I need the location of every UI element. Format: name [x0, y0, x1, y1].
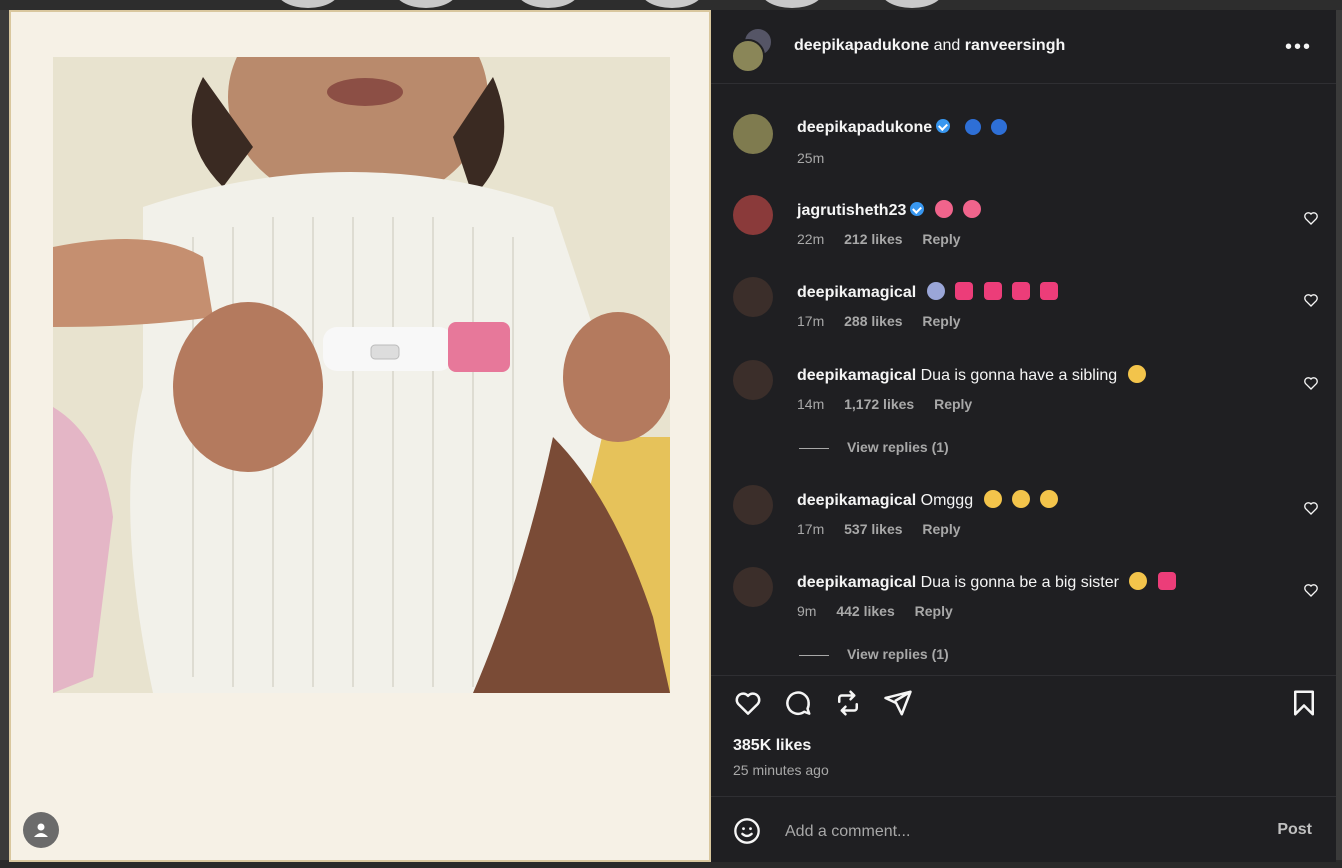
comment-meta: 17m 537 likes Reply: [797, 521, 977, 537]
avatar[interactable]: [733, 485, 773, 525]
pink-heart-emoji-icon: [1040, 282, 1059, 300]
username-link[interactable]: deepikapadukone: [797, 119, 932, 136]
post-media: [9, 10, 711, 862]
emoji-picker-icon[interactable]: [733, 817, 761, 845]
comment-time: 14m: [797, 396, 825, 412]
reply-button[interactable]: Reply: [922, 521, 960, 537]
comment-meta: 22m 212 likes Reply: [797, 231, 977, 247]
comment-likes[interactable]: 288 likes: [844, 313, 902, 329]
divider-line: [799, 654, 829, 656]
username-link[interactable]: deepikamagical: [797, 284, 916, 301]
avatar[interactable]: [733, 277, 773, 317]
like-comment-heart-icon[interactable]: [1303, 500, 1319, 516]
comment-text: deepikamagical Dua is gonna be a big sis…: [797, 572, 1176, 592]
avatar[interactable]: [733, 195, 773, 235]
avatar-deepikapadukone[interactable]: [731, 39, 765, 73]
post-comment-button[interactable]: Post: [1277, 821, 1312, 839]
comment-likes[interactable]: 212 likes: [844, 231, 902, 247]
reply-button[interactable]: Reply: [922, 313, 960, 329]
post-photo[interactable]: [53, 57, 670, 693]
comment-bubble-icon[interactable]: [783, 688, 813, 718]
post-actions-bar: [711, 675, 1336, 736]
comment-likes[interactable]: 442 likes: [836, 603, 894, 619]
pink-heart-emoji-icon: [983, 282, 1002, 300]
comment-text: deepikamagical Omggg: [797, 490, 1059, 510]
avatar[interactable]: [733, 360, 773, 400]
comment-body: Dua is gonna have a sibling: [920, 367, 1118, 384]
comment-time: 22m: [797, 231, 825, 247]
coauthor-link[interactable]: ranveersingh: [965, 37, 1065, 54]
pink-heart-emoji-icon: [955, 282, 974, 300]
crying-emoji-icon: [926, 282, 945, 300]
view-replies-button[interactable]: View replies (1): [799, 439, 949, 455]
comment-body: Dua is gonna be a big sister: [920, 574, 1119, 591]
post-timestamp[interactable]: 25 minutes ago: [733, 762, 829, 778]
like-comment-heart-icon[interactable]: [1303, 375, 1319, 391]
more-options-button[interactable]: •••: [1285, 36, 1312, 59]
avatar[interactable]: [733, 114, 773, 154]
share-send-icon[interactable]: [883, 688, 913, 718]
reply-button[interactable]: Reply: [934, 396, 972, 412]
comment-text: jagrutisheth23: [797, 200, 982, 220]
like-comment-heart-icon[interactable]: [1303, 582, 1319, 598]
caption-meta: 25m: [797, 150, 840, 166]
nazar-emoji-icon: [991, 119, 1008, 135]
caption-text: deepikapadukone: [797, 119, 1008, 137]
post-details-panel: deepikapadukone and ranveersingh ••• dee…: [711, 10, 1336, 862]
pink-heart-emoji-icon: [1011, 282, 1030, 300]
avatar[interactable]: [733, 567, 773, 607]
pleading-face-emoji-icon: [983, 490, 1002, 508]
post-likes-count[interactable]: 385K likes: [733, 737, 811, 755]
comments-list[interactable]: deepikapadukone 25m jagrutisheth23 22m 2…: [711, 84, 1336, 674]
author-joiner: and: [933, 37, 961, 54]
username-link[interactable]: deepikamagical: [797, 492, 916, 509]
pink-heart-emoji-icon: [1157, 572, 1176, 590]
comment-likes[interactable]: 537 likes: [844, 521, 902, 537]
repost-icon[interactable]: [833, 688, 863, 718]
tagged-user-button[interactable]: [23, 812, 59, 848]
comment-body: Omggg: [920, 492, 974, 509]
caption-time: 25m: [797, 150, 825, 166]
pleading-face-emoji-icon: [1129, 572, 1148, 590]
post-modal: deepikapadukone and ranveersingh ••• dee…: [9, 10, 1336, 862]
username-link[interactable]: deepikamagical: [797, 574, 916, 591]
view-replies-label: View replies (1): [847, 646, 949, 662]
comment-text: deepikamagical: [797, 282, 1059, 302]
person-icon: [34, 823, 48, 837]
save-bookmark-icon[interactable]: [1289, 688, 1319, 718]
collab-avatars[interactable]: [731, 27, 775, 73]
star-struck-emoji-icon: [934, 200, 953, 218]
like-comment-heart-icon[interactable]: [1303, 210, 1319, 226]
username-link[interactable]: jagrutisheth23: [797, 202, 906, 219]
pleading-face-emoji-icon: [1127, 365, 1146, 383]
view-replies-button[interactable]: View replies (1): [799, 646, 949, 662]
star-struck-emoji-icon: [963, 200, 982, 218]
like-comment-heart-icon[interactable]: [1303, 292, 1319, 308]
pleading-face-emoji-icon: [1040, 490, 1059, 508]
verified-badge-icon: [910, 202, 925, 216]
view-replies-label: View replies (1): [847, 439, 949, 455]
comment-text: deepikamagical Dua is gonna have a sibli…: [797, 365, 1146, 385]
post-authors: deepikapadukone and ranveersingh: [794, 37, 1065, 55]
nazar-emoji-icon: [964, 119, 981, 135]
comment-meta: 9m 442 likes Reply: [797, 603, 969, 619]
comment-meta: 14m 1,172 likes Reply: [797, 396, 988, 412]
post-header: deepikapadukone and ranveersingh •••: [711, 10, 1336, 84]
reply-button[interactable]: Reply: [922, 231, 960, 247]
comment-time: 17m: [797, 521, 825, 537]
username-link[interactable]: deepikamagical: [797, 367, 916, 384]
pleading-face-emoji-icon: [1012, 490, 1030, 508]
comment-likes[interactable]: 1,172 likes: [844, 396, 914, 412]
photo-illustration: [53, 57, 670, 693]
like-heart-icon[interactable]: [733, 688, 763, 718]
author-link[interactable]: deepikapadukone: [794, 37, 929, 54]
divider-line: [799, 447, 829, 449]
comment-input[interactable]: [783, 819, 1227, 845]
reply-button[interactable]: Reply: [915, 603, 953, 619]
verified-badge-icon: [936, 119, 951, 133]
comment-time: 17m: [797, 313, 825, 329]
comment-time: 9m: [797, 603, 817, 619]
comment-meta: 17m 288 likes Reply: [797, 313, 977, 329]
comment-composer: Post: [711, 796, 1336, 863]
